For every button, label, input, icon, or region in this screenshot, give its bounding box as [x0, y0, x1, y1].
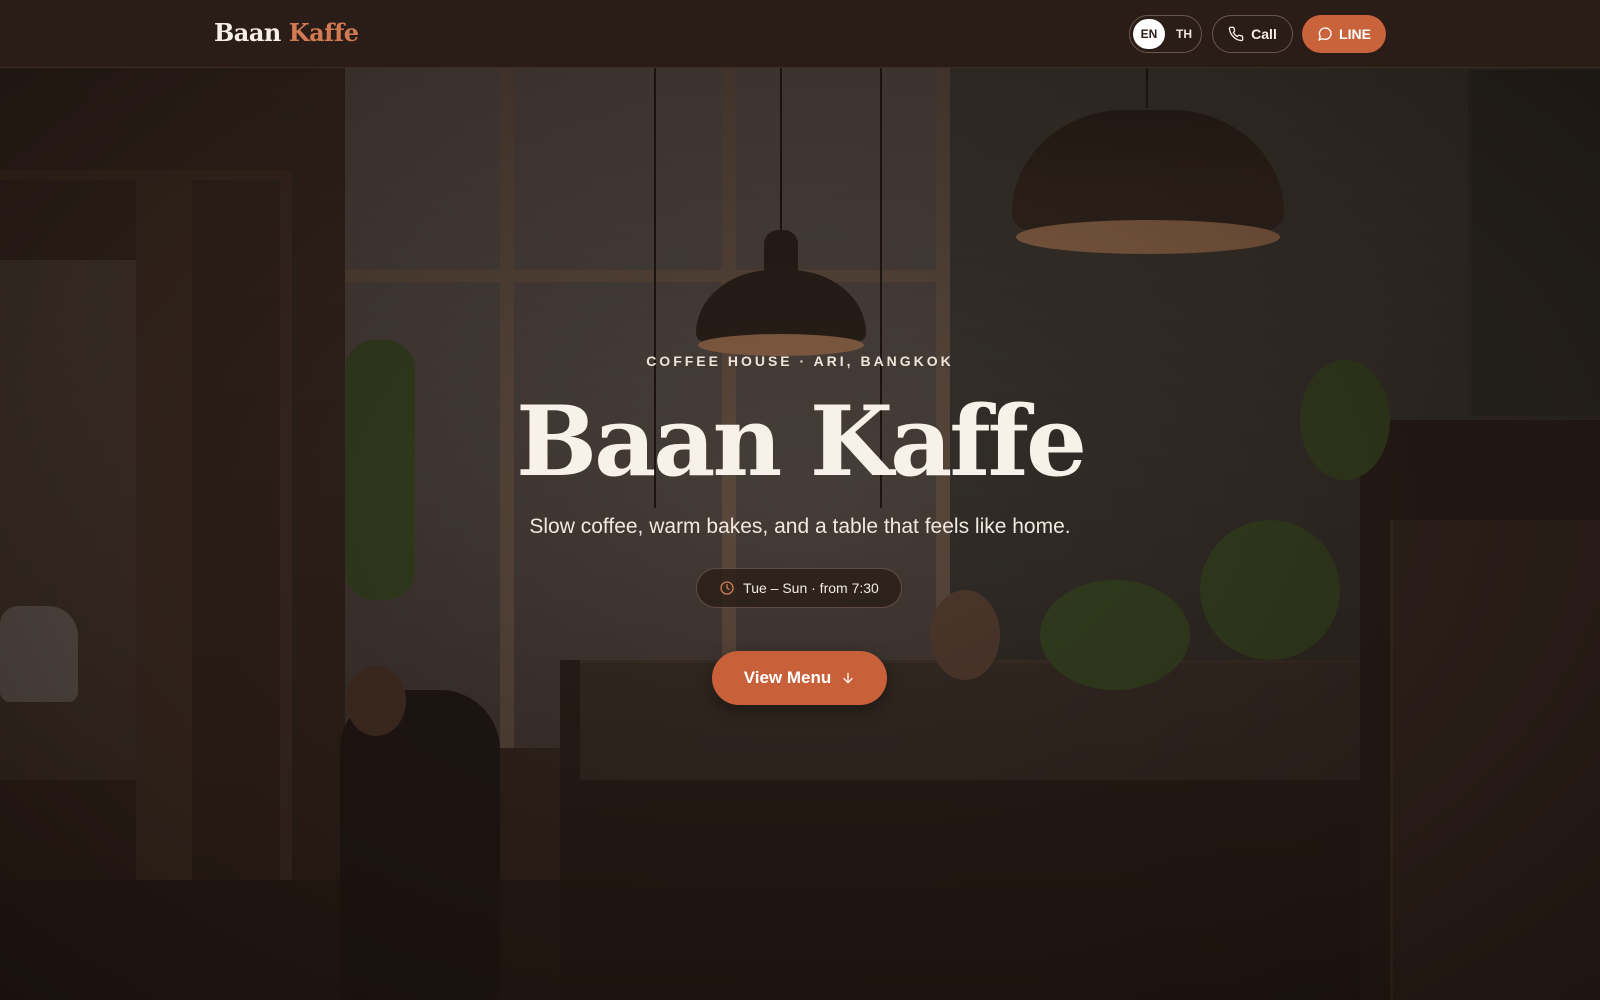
hero-subtitle: Slow coffee, warm bakes, and a table tha…: [529, 515, 1071, 538]
line-button-label: LINE: [1339, 26, 1371, 42]
language-toggle: EN TH: [1129, 15, 1202, 53]
call-button[interactable]: Call: [1212, 15, 1293, 53]
arrow-down-icon: [841, 671, 855, 685]
opening-hours-text: Tue – Sun · from 7:30: [743, 580, 879, 596]
brand-name-part1: Baan: [214, 18, 281, 47]
language-option-en[interactable]: EN: [1133, 19, 1165, 49]
opening-hours-badge: Tue – Sun · from 7:30: [696, 568, 902, 608]
top-navigation-bar: Baan Kaffe EN TH Call LINE: [0, 0, 1600, 68]
hero-eyebrow: COFFEE HOUSE · ARI, BANGKOK: [646, 353, 954, 369]
line-button[interactable]: LINE: [1302, 15, 1386, 53]
view-menu-button[interactable]: View Menu: [712, 651, 887, 705]
hero-section: COFFEE HOUSE · ARI, BANGKOK Baan Kaffe S…: [0, 0, 1600, 1000]
phone-icon: [1228, 26, 1244, 42]
view-menu-label: View Menu: [743, 668, 832, 687]
chat-bubble-icon: [1317, 26, 1333, 42]
hero-title: Baan Kaffe: [515, 385, 1087, 498]
language-option-th[interactable]: TH: [1170, 19, 1198, 49]
call-button-label: Call: [1251, 26, 1277, 42]
brand-logo[interactable]: Baan Kaffe: [214, 18, 359, 47]
clock-icon: [719, 580, 735, 596]
brand-name-part2: Kaffe: [288, 18, 359, 47]
